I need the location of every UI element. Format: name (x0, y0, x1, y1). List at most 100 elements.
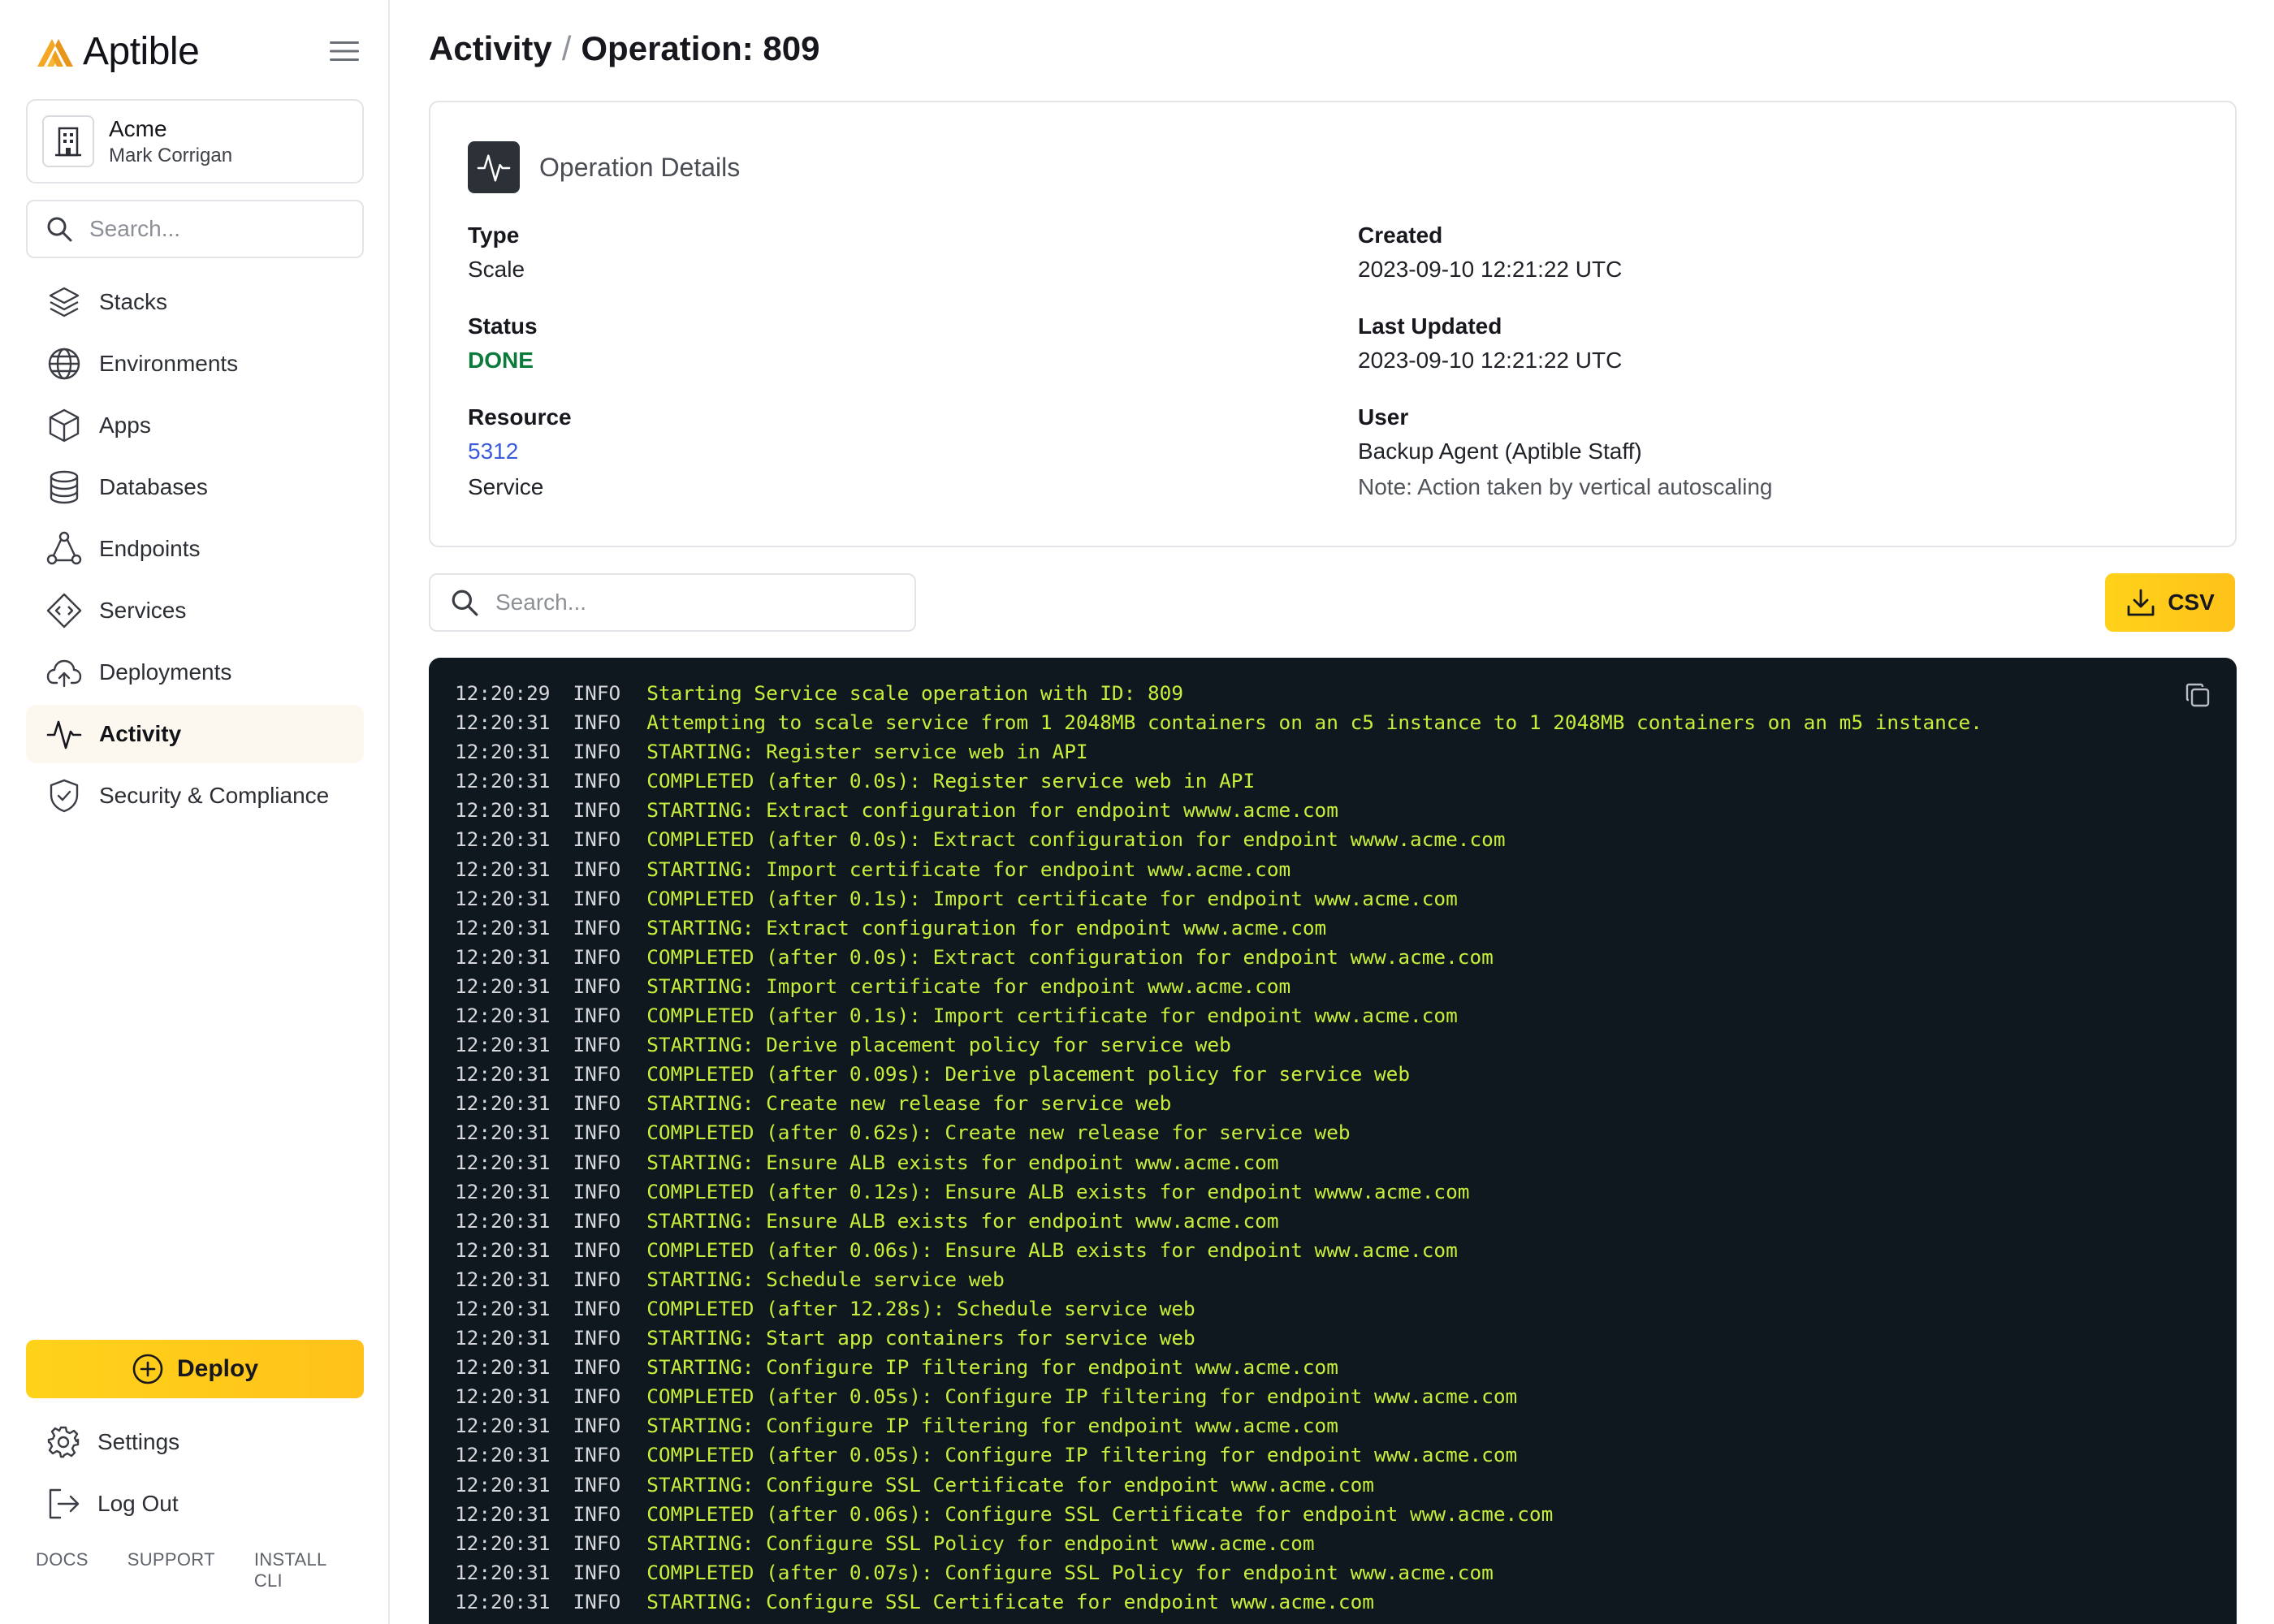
log-line: 12:20:31 INFO STARTING: Configure SSL Poli… (455, 1529, 1982, 1558)
log-line: 12:20:31 INFO COMPLETED (after 0.1s): Impo… (455, 884, 1982, 914)
log-timestamp: 12:20:31 (455, 798, 551, 823)
log-message: STARTING: Derive placement policy for se… (646, 1033, 1231, 1057)
log-message: STARTING: Configure SSL Certificate for … (646, 1589, 1374, 1613)
type-label: Type (468, 222, 520, 248)
log-line: 12:20:31 INFO STARTING: Create new release… (455, 1089, 1982, 1118)
cloud-upload-icon (46, 659, 82, 688)
log-line: 12:20:31 INFO COMPLETED (after 0.06s): Ens… (455, 1236, 1982, 1265)
log-level: INFO (573, 1531, 621, 1555)
log-level: INFO (573, 769, 621, 793)
gear-icon (47, 1426, 80, 1458)
activity-pulse-icon (46, 720, 82, 749)
log-message: STARTING: Register service web in API (646, 740, 1088, 764)
log-level: INFO (573, 1326, 621, 1350)
log-message: COMPLETED (after 0.06s): Configure SSL C… (646, 1501, 1554, 1526)
copy-icon[interactable] (2183, 680, 2212, 710)
sidebar-item-endpoints[interactable]: Endpoints (26, 520, 364, 578)
docs-link[interactable]: DOCS (36, 1549, 89, 1592)
status-field: Status DONE (468, 310, 538, 378)
log-message: STARTING: Configure SSL Policy for endpo… (646, 1531, 1315, 1555)
sidebar-item-databases[interactable]: Databases (26, 458, 364, 516)
log-timestamp: 12:20:31 (455, 827, 551, 852)
log-timestamp: 12:20:31 (455, 1121, 551, 1145)
log-timestamp: 12:20:31 (455, 1033, 551, 1057)
log-level: INFO (573, 886, 621, 910)
sidebar-item-security-compliance[interactable]: Security & Compliance (26, 767, 364, 825)
aptible-logo-icon (37, 38, 73, 67)
logout-icon (49, 1488, 80, 1519)
sidebar-search-input[interactable] (88, 215, 348, 243)
log-message: Attempting to scale service from 1 2048M… (646, 710, 1982, 735)
log-timestamp: 12:20:31 (455, 1179, 551, 1203)
log-line: 12:20:31 INFO COMPLETED (after 0.05s): Con… (455, 1382, 1982, 1411)
download-icon (2127, 589, 2155, 616)
log-line: 12:20:31 INFO Attempting to scale service … (455, 708, 1982, 737)
sidebar-item-services[interactable]: Services (26, 581, 364, 640)
log-message: STARTING: Configure SSL Certificate for … (646, 1472, 1374, 1497)
type-field: Type Scale (468, 219, 525, 287)
deploy-button[interactable]: Deploy (26, 1340, 364, 1398)
sidebar-item-label: Security & Compliance (99, 783, 330, 808)
log-line: 12:20:31 INFO STARTING: Extract configurat… (455, 796, 1982, 825)
log-message: COMPLETED (after 0.09s): Derive placemen… (646, 1062, 1411, 1086)
sidebar-item-environments[interactable]: Environments (26, 335, 364, 393)
log-level: INFO (573, 944, 621, 969)
sidebar-item-stacks[interactable]: Stacks (26, 273, 364, 331)
logout-link[interactable]: Log Out (45, 1479, 179, 1528)
settings-link[interactable]: Settings (45, 1418, 179, 1466)
log-timestamp: 12:20:31 (455, 1296, 551, 1320)
cube-icon (49, 408, 80, 443)
search-icon (452, 590, 478, 616)
log-search-input[interactable] (494, 589, 900, 616)
endpoints-icon (46, 531, 82, 565)
log-message: STARTING: Extract configuration for endp… (646, 798, 1338, 823)
log-message: STARTING: Ensure ALB exists for endpoint… (646, 1150, 1279, 1174)
sidebar-item-label: Endpoints (99, 536, 201, 561)
page-title: Operation: 809 (581, 29, 820, 67)
sidebar-item-label: Databases (99, 474, 208, 499)
log-level: INFO (573, 710, 621, 735)
created-field: Created 2023-09-10 12:21:22 UTC (1358, 219, 1622, 287)
log-level: INFO (573, 798, 621, 823)
sidebar-item-activity[interactable]: Activity (26, 705, 364, 763)
sidebar-item-apps[interactable]: Apps (26, 396, 364, 455)
log-level: INFO (573, 1150, 621, 1174)
log-line: 12:20:31 INFO COMPLETED (after 12.28s): Sc… (455, 1294, 1982, 1324)
log-line: 12:20:31 INFO STARTING: Derive placement p… (455, 1030, 1982, 1060)
database-icon (50, 470, 79, 504)
breadcrumb-activity-link[interactable]: Activity (429, 29, 552, 67)
log-line: 12:20:31 INFO COMPLETED (after 0.06s): Con… (455, 1500, 1982, 1529)
log-message: COMPLETED (after 0.0s): Extract configur… (646, 827, 1506, 852)
log-message: STARTING: Import certificate for endpoin… (646, 974, 1291, 998)
log-message: COMPLETED (after 0.05s): Configure IP fi… (646, 1384, 1518, 1409)
log-level: INFO (573, 1414, 621, 1438)
log-level: INFO (573, 1004, 621, 1028)
resource-link[interactable]: 5312 (468, 434, 572, 469)
log-output-panel: 12:20:29 INFO Starting Service scale opera… (429, 658, 2237, 1624)
brand-logo[interactable]: Aptible (36, 29, 200, 74)
support-link[interactable]: SUPPORT (128, 1549, 215, 1592)
log-timestamp: 12:20:31 (455, 710, 551, 735)
sidebar-item-deployments[interactable]: Deployments (26, 643, 364, 702)
updated-field: Last Updated 2023-09-10 12:21:22 UTC (1358, 310, 1622, 378)
logout-label: Log Out (97, 1491, 179, 1516)
resource-label: Resource (468, 404, 572, 430)
hamburger-menu-icon[interactable] (328, 39, 361, 63)
log-message: COMPLETED (after 0.0s): Extract configur… (646, 944, 1494, 969)
log-level: INFO (573, 827, 621, 852)
log-level: INFO (573, 1033, 621, 1057)
log-level: INFO (573, 740, 621, 764)
log-level: INFO (573, 1472, 621, 1497)
log-timestamp: 12:20:31 (455, 915, 551, 939)
install-cli-link[interactable]: INSTALL CLI (254, 1549, 349, 1592)
log-message: COMPLETED (after 0.05s): Configure IP fi… (646, 1443, 1518, 1467)
org-switcher[interactable]: Acme Mark Corrigan (26, 99, 364, 184)
log-lines: 12:20:29 INFO Starting Service scale opera… (455, 679, 1982, 1617)
search-icon (47, 217, 72, 242)
csv-download-button[interactable]: CSV (2105, 573, 2235, 632)
log-line: 12:20:31 INFO STARTING: Start app containe… (455, 1324, 1982, 1353)
log-line: 12:20:31 INFO STARTING: Extract configurat… (455, 914, 1982, 943)
type-value: Scale (468, 257, 525, 282)
log-message: COMPLETED (after 0.62s): Create new rele… (646, 1121, 1351, 1145)
log-message: STARTING: Schedule service web (646, 1267, 1005, 1291)
